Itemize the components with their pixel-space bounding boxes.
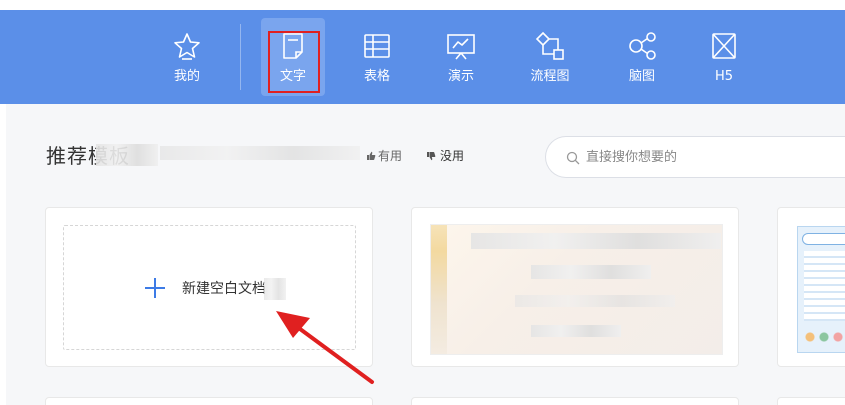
nav-item-mine[interactable]: 我的 (155, 18, 219, 96)
floral-border (431, 225, 447, 354)
nav-item-mind[interactable]: 脑图 (610, 18, 674, 96)
blurred-region (264, 278, 286, 300)
nav-label-slides: 演示 (447, 69, 474, 84)
plus-icon (145, 278, 165, 298)
search-input[interactable] (586, 147, 826, 167)
nav-label-flow: 流程图 (530, 69, 570, 84)
blurred-region (531, 265, 651, 279)
nav-label-h5: H5 (714, 69, 734, 84)
new-document-label: 新建空白文档 (182, 281, 266, 297)
nav-item-flow[interactable]: 流程图 (518, 18, 582, 96)
feedback-useless-label: 没用 (440, 149, 465, 163)
flowchart-icon (535, 31, 564, 60)
star-icon (174, 33, 200, 60)
template-card[interactable] (411, 397, 739, 405)
nav-item-text[interactable]: 文字 (261, 18, 325, 96)
thumb-up-icon (367, 151, 376, 160)
nav-label-mind: 脑图 (628, 69, 655, 84)
thumbnail-table (804, 251, 845, 321)
blurred-region (531, 325, 621, 337)
h5-icon (712, 33, 736, 59)
new-document-card: 新建空白文档 (45, 207, 373, 367)
template-thumbnail (430, 224, 723, 355)
document-icon (283, 33, 303, 59)
blurred-region (515, 295, 675, 307)
nav-item-slides[interactable]: 演示 (429, 18, 493, 96)
template-card[interactable] (45, 397, 373, 405)
thumbnail-banner (802, 233, 845, 245)
nav-divider (240, 24, 241, 90)
thumbnail-figures (802, 327, 845, 349)
nav-label-mine: 我的 (173, 69, 200, 84)
feedback-useful-button[interactable]: 有用 (366, 148, 402, 164)
blurred-region (471, 233, 721, 249)
search-icon (566, 151, 580, 165)
new-blank-document-button[interactable]: 新建空白文档 (63, 225, 356, 350)
mindmap-icon (629, 32, 656, 60)
nav-item-h5[interactable]: H5 (692, 18, 756, 96)
template-card[interactable] (411, 207, 739, 367)
template-card[interactable] (777, 207, 845, 367)
table-icon (364, 34, 390, 58)
nav-item-sheet[interactable]: 表格 (345, 18, 409, 96)
nav-label-text: 文字 (279, 69, 306, 84)
template-search[interactable] (545, 136, 845, 178)
nav-label-sheet: 表格 (363, 69, 390, 84)
feedback-useless-button[interactable]: 没用 (426, 148, 464, 164)
blurred-region (160, 146, 360, 160)
top-navigation-bar: 我的 文字 表格 演示 流程图 脑图 H5 (0, 10, 845, 104)
feedback-useful-label: 有用 (378, 149, 403, 163)
presentation-icon (447, 34, 475, 60)
template-card[interactable] (777, 397, 845, 405)
template-thumbnail (797, 226, 845, 353)
thumb-down-icon (427, 152, 436, 161)
blurred-region (96, 144, 158, 166)
